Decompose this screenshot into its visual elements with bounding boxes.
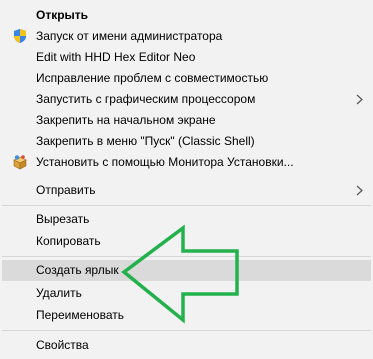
menu-item-rename[interactable]: Переименовать xyxy=(2,305,371,326)
menu-item-create-shortcut[interactable]: Создать ярлык xyxy=(2,260,371,281)
menu-item-send-to[interactable]: Отправить xyxy=(2,180,371,201)
menu-item-troubleshoot-compatibility[interactable]: Исправление проблем с совместимостью xyxy=(2,68,371,89)
menu-item-open[interactable]: Открыть xyxy=(2,5,371,26)
menu-item-pin-classic-shell[interactable]: Закрепить в меню "Пуск" (Classic Shell) xyxy=(2,131,371,152)
menu-item-delete[interactable]: Удалить xyxy=(2,283,371,304)
installer-box-icon xyxy=(13,155,27,170)
menu-item-cut[interactable]: Вырезать xyxy=(2,209,371,230)
menu-item-copy[interactable]: Копировать xyxy=(2,231,371,252)
menu-item-label: Закрепить на начальном экране xyxy=(36,113,216,127)
menu-item-label: Копировать xyxy=(36,234,101,248)
menu-item-run-as-admin[interactable]: Запуск от имени администратора xyxy=(2,26,371,47)
menu-item-label: Отправить xyxy=(36,183,96,197)
menu-item-label: Установить с помощью Монитора Установки.… xyxy=(36,155,294,169)
menu-item-properties[interactable]: Свойства xyxy=(2,335,371,356)
menu-item-label: Запустить с графическим процессором xyxy=(36,92,256,106)
menu-item-label: Запуск от имени администратора xyxy=(36,29,223,43)
menu-separator xyxy=(2,256,371,257)
menu-item-label: Закрепить в меню "Пуск" (Classic Shell) xyxy=(36,134,255,148)
menu-item-label: Вырезать xyxy=(36,212,90,226)
menu-item-label: Свойства xyxy=(36,338,89,352)
context-menu: Открыть Запуск от имени администратора E… xyxy=(0,0,373,359)
chevron-right-icon xyxy=(356,94,363,105)
menu-separator xyxy=(2,330,371,331)
menu-separator xyxy=(2,205,371,206)
uac-shield-icon xyxy=(14,29,26,43)
menu-item-label: Создать ярлык xyxy=(36,263,119,277)
menu-item-label: Открыть xyxy=(36,8,89,22)
menu-item-pin-to-start[interactable]: Закрепить на начальном экране xyxy=(2,110,371,131)
menu-item-label: Удалить xyxy=(36,286,82,300)
menu-item-hex-editor[interactable]: Edit with HHD Hex Editor Neo xyxy=(2,47,371,68)
menu-item-label: Исправление проблем с совместимостью xyxy=(36,71,269,85)
menu-item-label: Переименовать xyxy=(36,308,124,322)
chevron-right-icon xyxy=(356,185,363,196)
menu-item-run-with-gpu[interactable]: Запустить с графическим процессором xyxy=(2,89,371,110)
menu-item-install-monitor[interactable]: Установить с помощью Монитора Установки.… xyxy=(2,152,371,173)
menu-item-label: Edit with HHD Hex Editor Neo xyxy=(36,50,196,64)
